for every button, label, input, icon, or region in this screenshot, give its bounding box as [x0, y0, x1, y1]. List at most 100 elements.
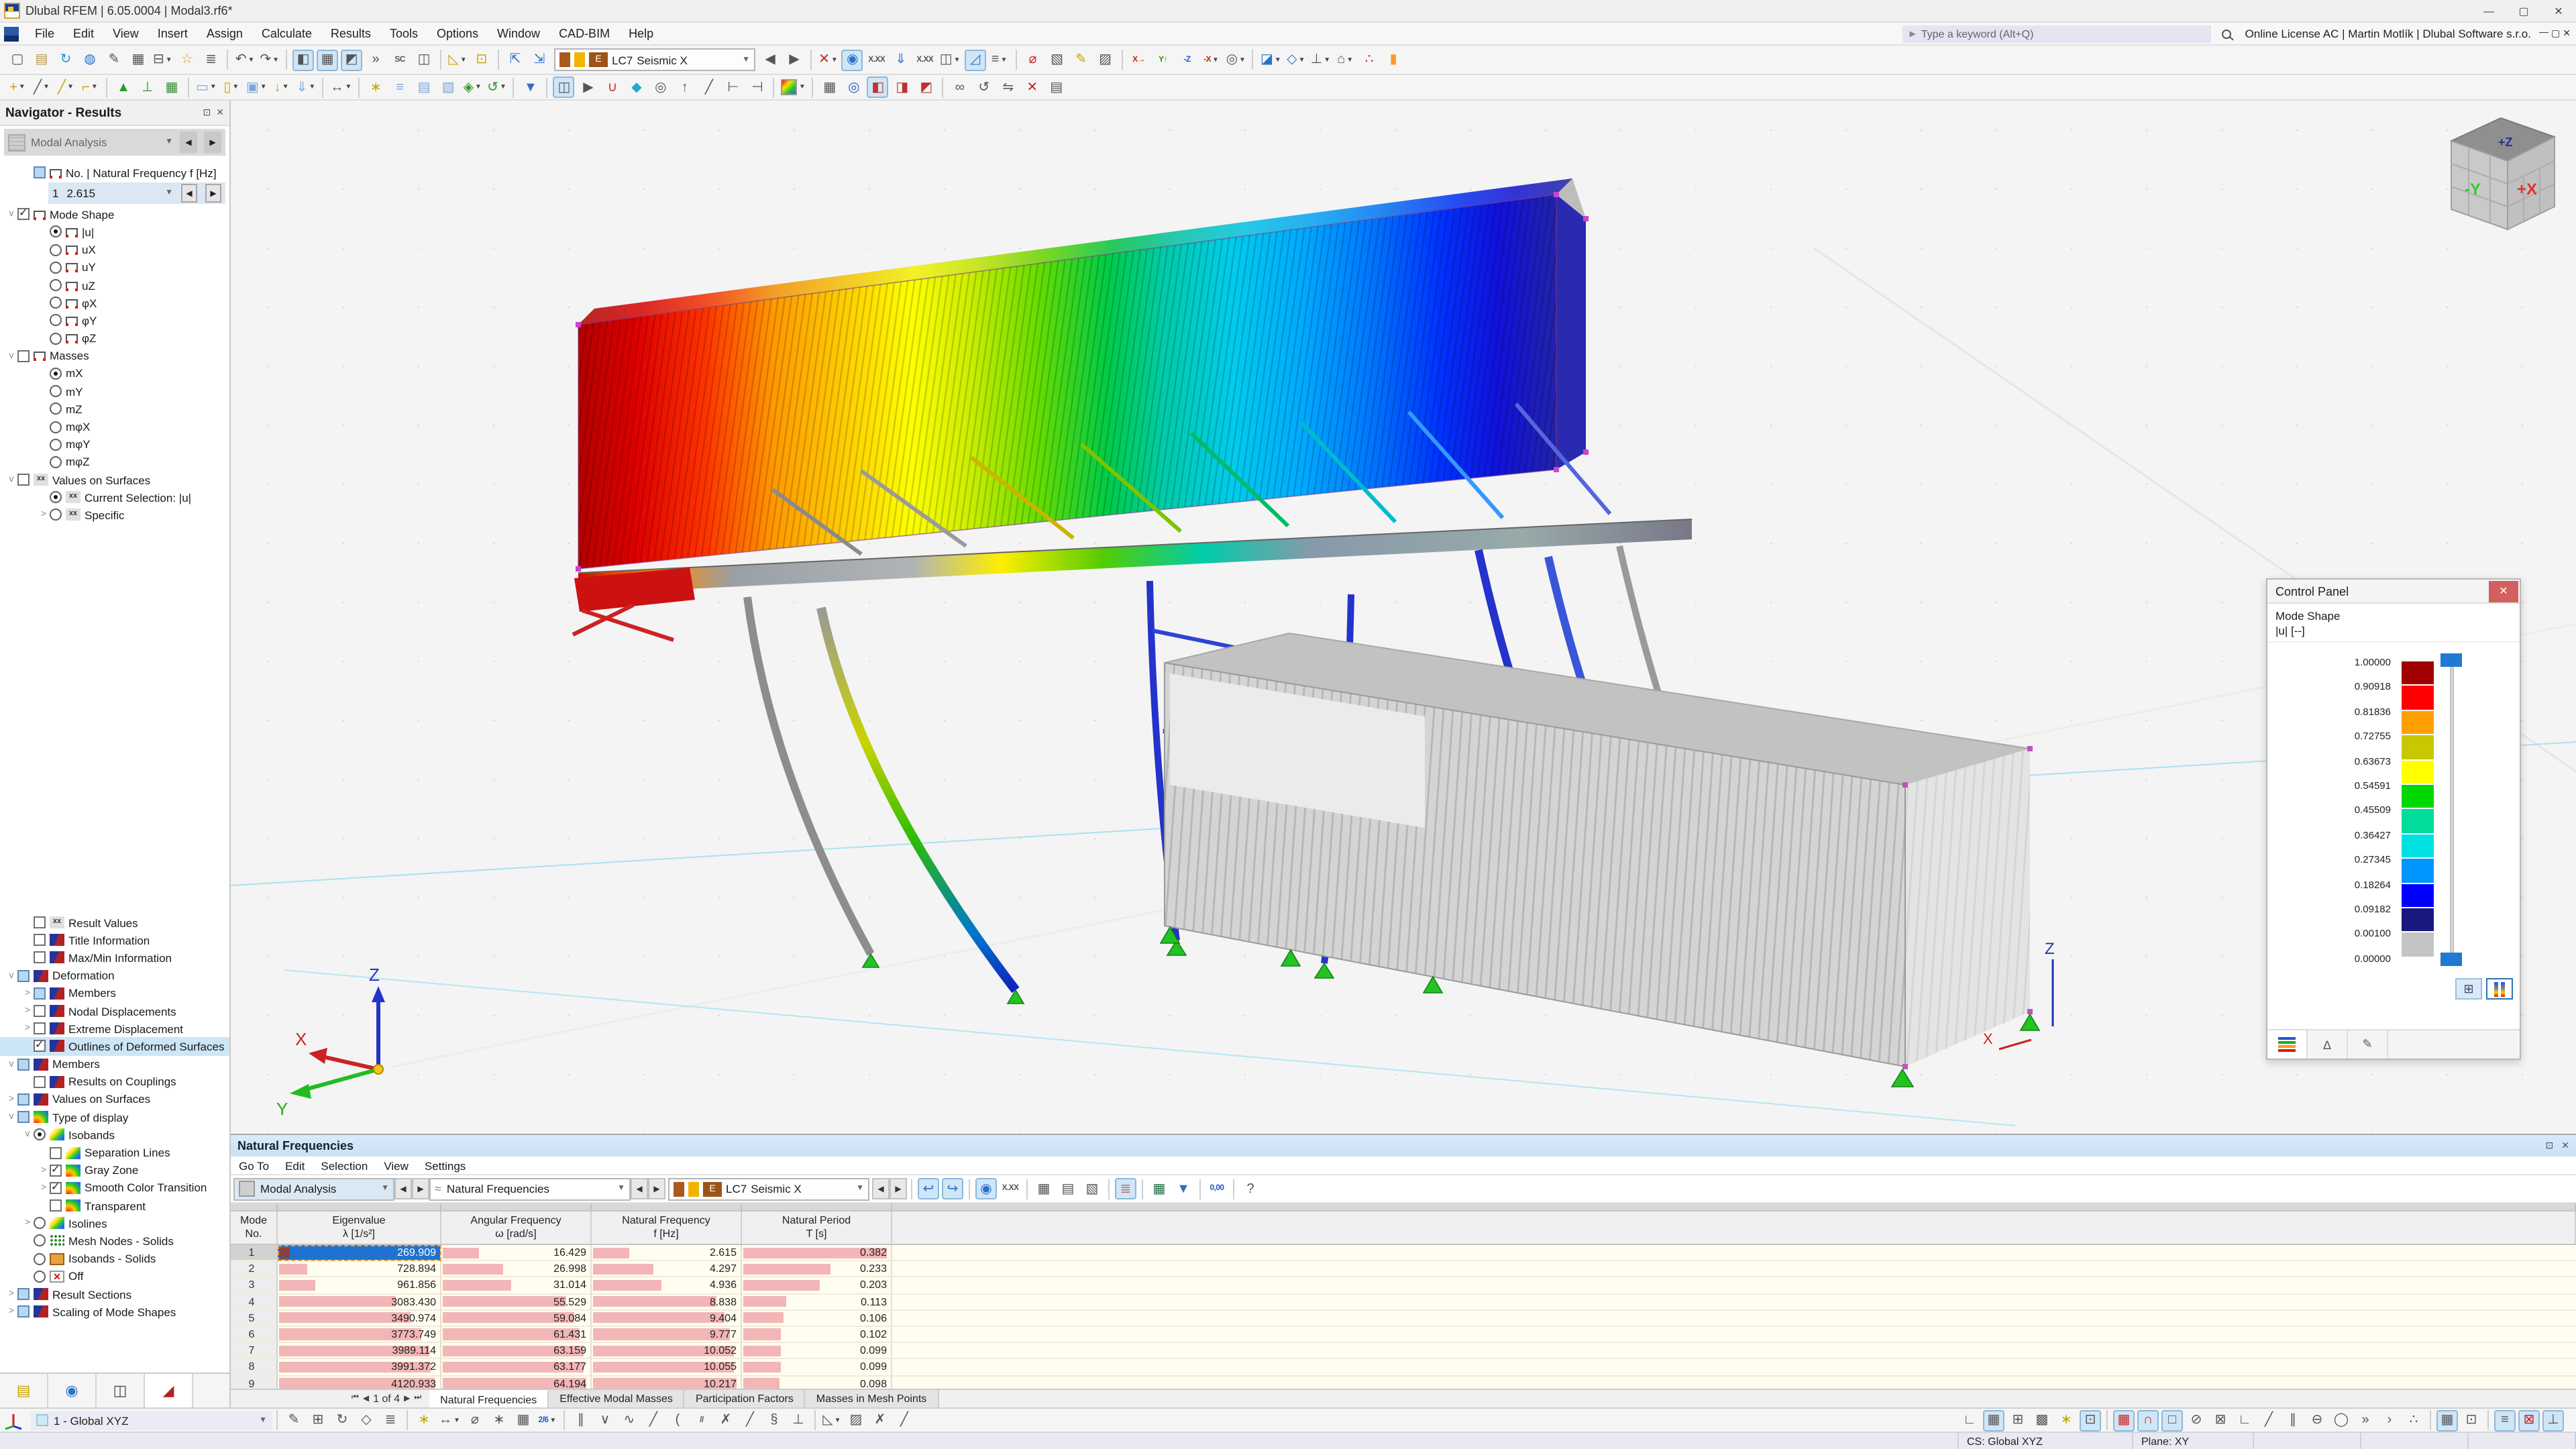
value-cell[interactable]: 3991.372	[278, 1359, 441, 1376]
menu-options[interactable]: Options	[427, 23, 488, 44]
coordinate-system-select[interactable]: 1 - Global XYZ ▼	[31, 1411, 272, 1430]
panel-tableview-icon[interactable]: ◫	[413, 49, 435, 70]
parallel-lines-icon[interactable]: ∥	[570, 1409, 592, 1431]
panel-navigator-icon[interactable]: ◧	[292, 49, 315, 70]
collapse-icon[interactable]: v	[5, 971, 17, 980]
checkbox[interactable]	[17, 1111, 30, 1124]
next-loadcase-icon[interactable]: ▶	[784, 49, 805, 70]
checkbox[interactable]	[50, 1163, 62, 1177]
tree-item-no-natural-frequency-f-hz[interactable]: No. | Natural Frequency f [Hz]	[0, 164, 229, 181]
checkbox[interactable]	[34, 1005, 46, 1018]
viewport-3d-scene[interactable]: Z X Z X Y +Z -Y +X	[231, 101, 2576, 1134]
first-page-button[interactable]: ⏮	[352, 1394, 359, 1403]
workplane-xz-icon[interactable]: ◨	[892, 76, 913, 98]
tree-item-result-values[interactable]: xx Result Values	[0, 914, 229, 931]
tab-results[interactable]: ◢	[145, 1374, 193, 1407]
expand-icon[interactable]: >	[5, 1289, 17, 1299]
result-xx-icon[interactable]: X.XX	[1000, 1178, 1021, 1199]
mesh-refinement-icon[interactable]: ▦	[161, 76, 182, 98]
pin-load-top-icon[interactable]: ⇱	[504, 49, 526, 70]
tree-item-values-on-surfaces[interactable]: v xx Values on Surfaces	[0, 471, 229, 488]
collapse-icon[interactable]: v	[5, 210, 17, 219]
object-levels-icon[interactable]: ≣	[380, 1409, 401, 1431]
next-button[interactable]: ▶	[412, 1178, 429, 1199]
tree-item-z[interactable]: φZ	[0, 329, 229, 347]
show-result-values-icon[interactable]: ◉	[975, 1178, 997, 1199]
tree-item-mx[interactable]: mX	[0, 365, 229, 382]
surface-orange-icon[interactable]: ▮	[1383, 49, 1404, 70]
dots-snap-icon[interactable]: ∴	[2403, 1409, 2424, 1431]
checkbox[interactable]	[17, 1058, 30, 1071]
snap-center-icon[interactable]: ◎	[843, 76, 865, 98]
checkbox[interactable]	[50, 1146, 62, 1159]
tree-item-type-of-display[interactable]: v Type of display	[0, 1108, 229, 1126]
close-button[interactable]: ✕	[2541, 0, 2576, 21]
tab-masses-in-mesh-points[interactable]: Masses in Mesh Points	[805, 1390, 939, 1407]
cube-right-label[interactable]: +X	[2517, 180, 2537, 199]
redo-icon[interactable]: ↷ ▼	[258, 49, 280, 70]
nodal-support-icon[interactable]: ▲	[113, 76, 134, 98]
grid-points-icon[interactable]: ▦	[1983, 1409, 2004, 1431]
radio-button[interactable]	[50, 421, 62, 433]
speaker-solid-icon[interactable]: ◎	[650, 76, 672, 98]
tab-natural-frequencies[interactable]: Natural Frequencies	[429, 1390, 549, 1407]
menu-file[interactable]: File	[25, 23, 64, 44]
checkbox[interactable]	[17, 1288, 30, 1301]
scale-slider-handle-min[interactable]	[2440, 952, 2462, 966]
checkbox[interactable]	[34, 1075, 46, 1088]
dimension-icon[interactable]: ↔ ▼	[329, 76, 353, 98]
collapse-icon[interactable]: v	[5, 1059, 17, 1069]
grid-star-icon[interactable]: ∗	[2055, 1409, 2077, 1431]
value-cell[interactable]: 26.998	[441, 1261, 592, 1278]
settings-book-icon[interactable]: ▤	[1046, 76, 1067, 98]
value-cell[interactable]: 0.106	[742, 1310, 892, 1327]
analysis-type-select[interactable]: Modal Analysis ▼ ◀ ▶	[4, 129, 225, 156]
next-button[interactable]: ▶	[890, 1178, 907, 1199]
cs-triangle-icon[interactable]: ◺ ▼	[821, 1409, 843, 1431]
tab-color-scale[interactable]	[2267, 1030, 2308, 1059]
checkbox[interactable]	[50, 1199, 62, 1212]
tree-item-mode-shape[interactable]: v Mode Shape	[0, 205, 229, 223]
pin-load-bottom-icon[interactable]: ⇲	[529, 49, 550, 70]
delete-tool-icon[interactable]: ✕	[1022, 76, 1043, 98]
mirror-tool-icon[interactable]: ⇋	[998, 76, 1019, 98]
value-cell[interactable]: 3773.749	[278, 1326, 441, 1344]
tab-participation-factors[interactable]: Participation Factors	[684, 1390, 806, 1407]
checkbox[interactable]	[17, 1093, 30, 1106]
value-cell[interactable]: 269.909	[278, 1245, 441, 1262]
circle-line-snap-icon[interactable]: ⊖	[2306, 1409, 2328, 1431]
table-menu-settings[interactable]: Settings	[417, 1159, 474, 1172]
filter-view-icon[interactable]: ▼	[520, 76, 541, 98]
menu-help[interactable]: Help	[619, 23, 663, 44]
model-globe-icon[interactable]: ◍	[79, 49, 101, 70]
radio-button[interactable]	[50, 314, 62, 327]
box-snap-icon[interactable]: □	[2161, 1409, 2183, 1431]
checkbox[interactable]	[17, 350, 30, 362]
next-button[interactable]: ▶	[648, 1178, 665, 1199]
menu-view[interactable]: View	[103, 23, 148, 44]
radio-button[interactable]	[50, 244, 62, 256]
grid-final-icon[interactable]: ▦	[2436, 1409, 2458, 1431]
value-cell[interactable]: 728.894	[278, 1261, 441, 1278]
row-number-cell[interactable]: 2	[231, 1261, 278, 1278]
checkbox[interactable]	[17, 1305, 30, 1318]
open-file-icon[interactable]: ▤	[31, 49, 52, 70]
spring-tool-icon[interactable]: §	[763, 1409, 785, 1431]
row-number-cell[interactable]: 5	[231, 1310, 278, 1327]
slash-3-icon[interactable]: ╱	[894, 1409, 915, 1431]
workplane-xy-icon[interactable]: ◧	[867, 76, 889, 98]
doc-restore-icon[interactable]: ▢	[2551, 28, 2560, 39]
value-cell[interactable]: 0.233	[742, 1261, 892, 1278]
grid-dense-icon[interactable]: ▩	[2031, 1409, 2053, 1431]
tree-item-specific[interactable]: > xx Specific	[0, 506, 229, 524]
object-snap-icon[interactable]: ⊠	[2518, 1409, 2540, 1431]
value-cell[interactable]: 3490.974	[278, 1310, 441, 1327]
table-menu-go-to[interactable]: Go To	[231, 1159, 277, 1172]
result-table-select[interactable]: ≈ Natural Frequencies ▼	[429, 1177, 631, 1200]
menu-assign[interactable]: Assign	[197, 23, 252, 44]
menu-tools[interactable]: Tools	[380, 23, 427, 44]
checkbox[interactable]	[17, 969, 30, 982]
row-number-cell[interactable]: 8	[231, 1359, 278, 1376]
radio-button[interactable]	[50, 332, 62, 345]
radio-button[interactable]	[50, 279, 62, 292]
